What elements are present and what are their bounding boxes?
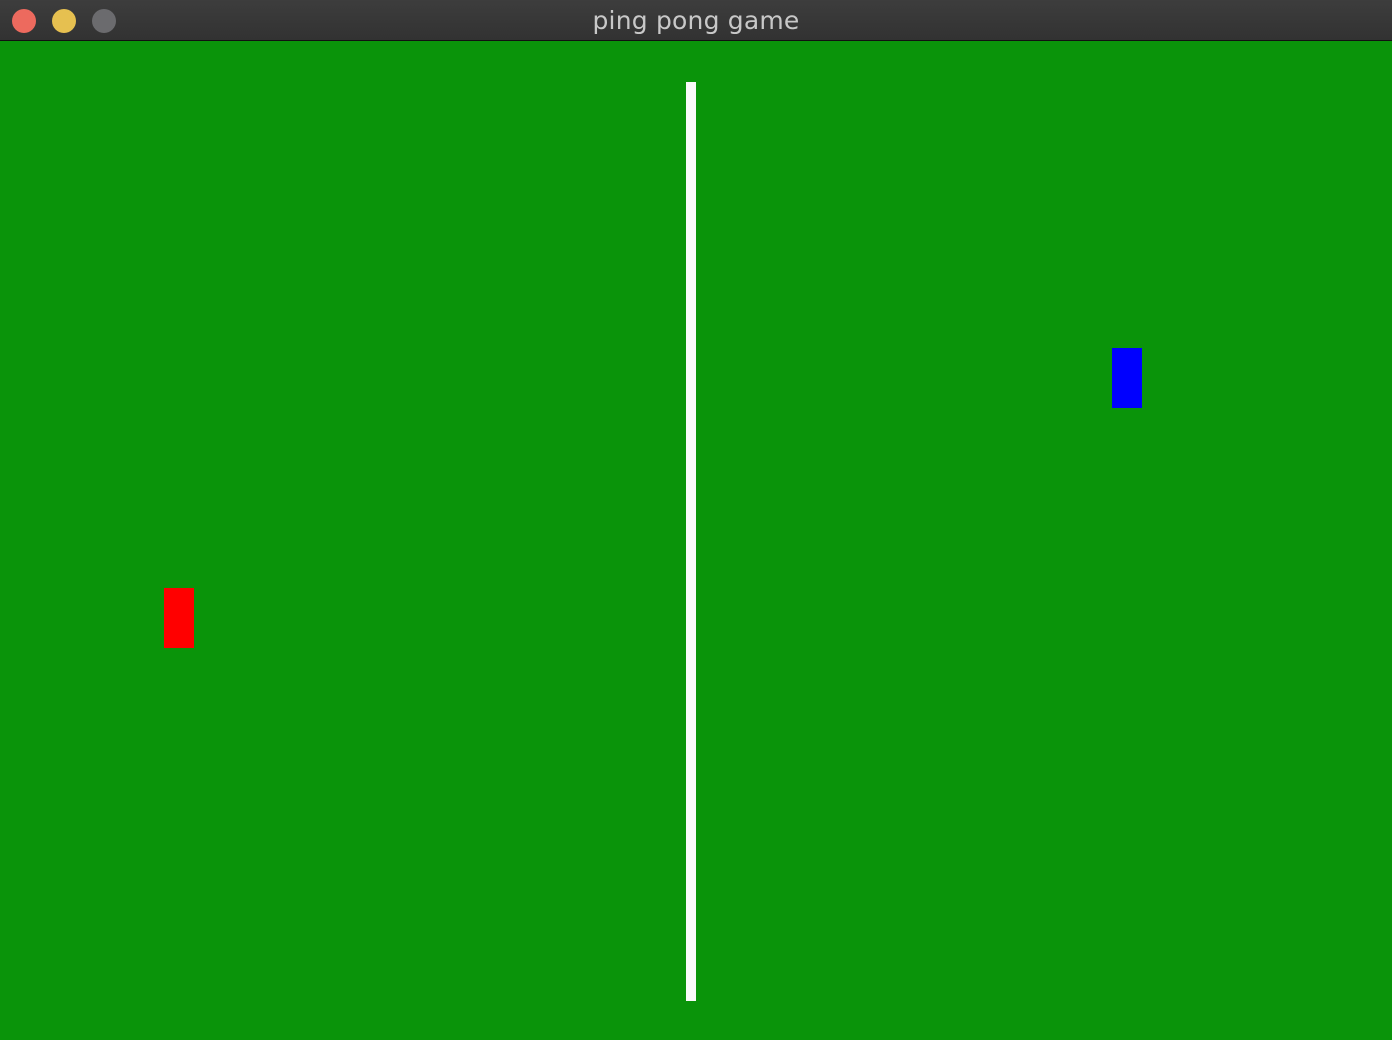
right-paddle: [1112, 348, 1142, 408]
left-paddle: [164, 588, 194, 648]
window-title: ping pong game: [592, 6, 800, 35]
game-canvas[interactable]: [0, 41, 1392, 1040]
title-bar[interactable]: ping pong game: [0, 0, 1392, 41]
center-net: [686, 82, 696, 1001]
app-window: ping pong game: [0, 0, 1392, 1040]
